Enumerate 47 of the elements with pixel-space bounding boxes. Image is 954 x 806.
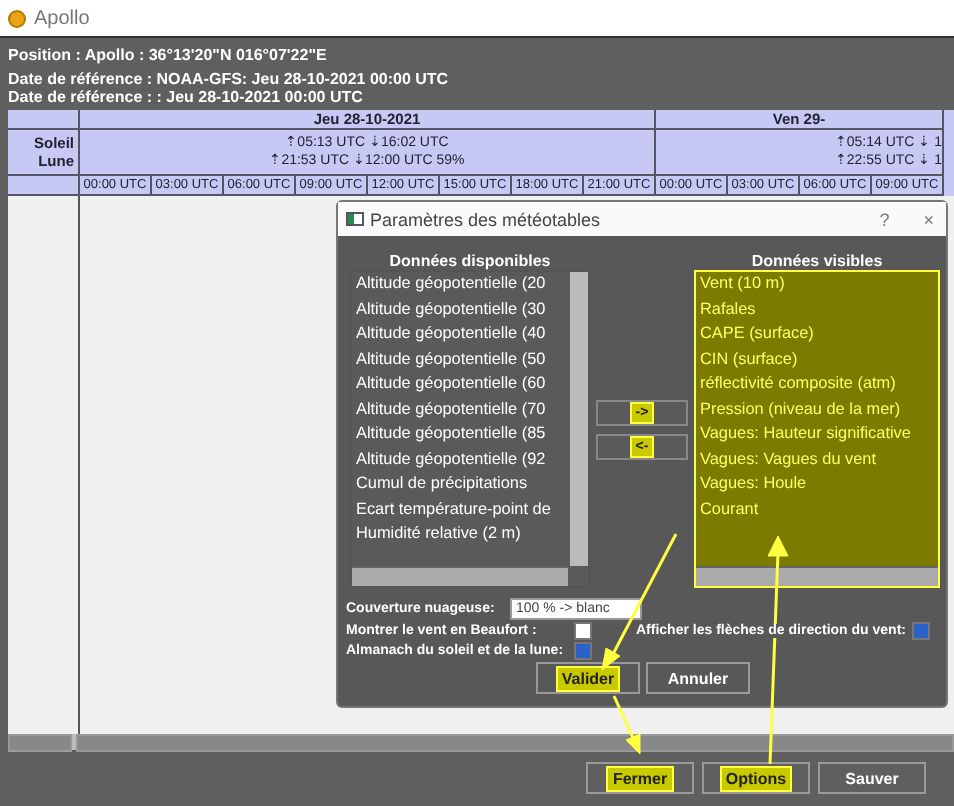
list-item[interactable]: CAPE (surface): [696, 322, 814, 347]
help-button[interactable]: ?: [879, 209, 890, 229]
checkbox[interactable]: [574, 622, 592, 640]
list-item[interactable]: Vent (10 m): [696, 272, 785, 297]
window-title: Apollo: [34, 7, 90, 29]
checkbox[interactable]: [911, 622, 930, 640]
info-text: Date de référence : NOAA-GFS: Jeu 28-10-2021 00:00 UTC: [6, 70, 451, 88]
list-item[interactable]: Vagues: Hauteur significative: [696, 422, 911, 447]
list-item[interactable]: Vagues: Vagues du vent: [696, 447, 877, 472]
info-text: Date de référence : : Jeu 28-10-2021 00:00 UTC: [6, 88, 365, 106]
list-header: Données visibles: [749, 252, 885, 270]
info-text: Position : Apollo : 36°13'20"N 016°07'22"E: [6, 46, 329, 64]
list-item[interactable]: Altitude géopotentielle (20: [352, 272, 546, 297]
close-button[interactable]: ×: [923, 209, 934, 229]
list-item[interactable]: Vagues: Houle: [696, 472, 807, 497]
available-list[interactable]: [350, 270, 590, 588]
list-header: Données disponibles: [387, 252, 553, 270]
app-icon: [8, 9, 26, 27]
list-item[interactable]: Altitude géopotentielle (85: [352, 422, 546, 447]
footer-button[interactable]: Fermer: [586, 762, 694, 794]
table-cell: [8, 110, 80, 130]
list-item[interactable]: Ecart température-point de: [352, 497, 551, 522]
list-item[interactable]: Rafales: [696, 297, 756, 322]
list-item[interactable]: Cumul de précipitations: [352, 472, 528, 497]
dialog-title: Paramètres des météotables: [370, 209, 603, 229]
visible-list[interactable]: Vent (10 m) Rafales CAPE (surface) CIN (surface) réflectivité composite (atm) Pression (niveau de la mer) Vagues: Hauteur significative Vagues: Vagues du vent Vagues: Houle Courant: [694, 270, 940, 588]
checkbox[interactable]: [574, 642, 592, 660]
list-item[interactable]: Altitude géopotentielle (50: [352, 347, 546, 372]
list-item[interactable]: Humidité relative (2 m): [352, 522, 521, 547]
list-item[interactable]: Altitude géopotentielle (70: [352, 397, 546, 422]
window-icon: [346, 212, 364, 226]
list-item[interactable]: Pression (niveau de la mer): [696, 397, 901, 422]
list-item[interactable]: Altitude géopotentielle (40: [352, 322, 546, 347]
list-item[interactable]: Courant: [696, 497, 759, 522]
list-item[interactable]: réflectivité composite (atm): [696, 372, 896, 397]
footer-button[interactable]: Options: [702, 762, 810, 794]
dialog-button[interactable]: Valider: [536, 662, 640, 694]
footer-button[interactable]: Sauver: [818, 762, 926, 794]
dialog-button[interactable]: Annuler: [646, 662, 750, 694]
vertical-scrollbar[interactable]: [570, 272, 588, 566]
list-item[interactable]: CIN (surface): [696, 347, 798, 372]
list-item[interactable]: Altitude géopotentielle (92: [352, 447, 546, 472]
horizontal-scrollbar[interactable]: [352, 566, 568, 586]
list-item[interactable]: Altitude géopotentielle (60: [352, 372, 546, 397]
list-item[interactable]: Altitude géopotentielle (30: [352, 297, 546, 322]
horizontal-scrollbar[interactable]: [696, 566, 938, 586]
annotation-arrow: [610, 694, 644, 756]
